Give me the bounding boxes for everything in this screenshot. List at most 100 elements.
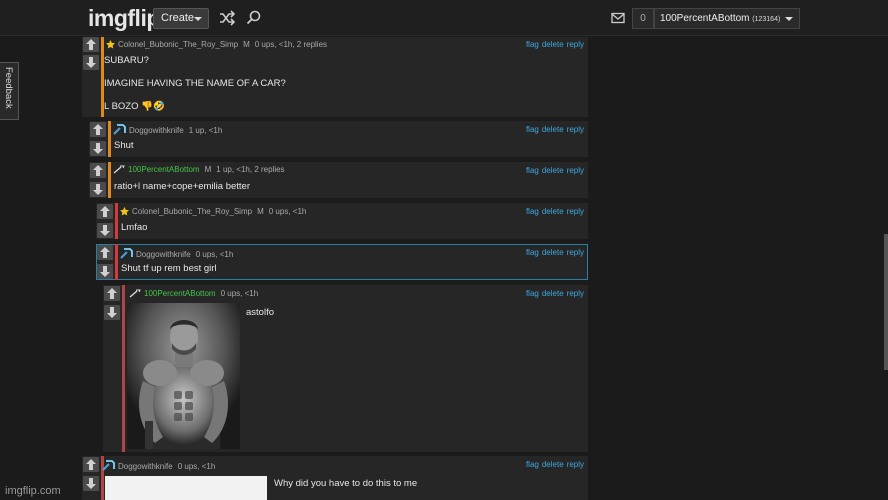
flag-link[interactable]: flag bbox=[526, 166, 539, 175]
flag-link[interactable]: flag bbox=[526, 125, 539, 134]
page: imgflip Create 0 100PercentABottom (1231… bbox=[0, 0, 888, 500]
comment-text: L BOZO 👎🤣 bbox=[104, 101, 165, 112]
downvote-button[interactable] bbox=[104, 305, 120, 320]
comment-highlighted: Doggowithknife 0 ups, <1h flag delete reply… bbox=[96, 244, 588, 280]
comment: Doggowithknife 1 up, <1h flag delete reply … bbox=[89, 121, 588, 157]
comment-text: IMAGINE HAVING THE NAME OF A CAR? bbox=[104, 78, 286, 89]
comment-meta: Doggowithknife 1 up, <1h bbox=[113, 124, 222, 135]
delete-link[interactable]: delete bbox=[542, 166, 564, 175]
upvote-button[interactable] bbox=[104, 286, 120, 301]
flag-link[interactable]: flag bbox=[526, 207, 539, 216]
sword-icon bbox=[113, 165, 125, 174]
mod-badge: M bbox=[204, 165, 212, 174]
upvote-button[interactable] bbox=[97, 204, 113, 219]
upvote-button[interactable] bbox=[83, 37, 99, 52]
comment-actions: flag delete reply bbox=[523, 125, 584, 134]
flag-link[interactable]: flag bbox=[526, 248, 539, 257]
downvote-button[interactable] bbox=[90, 182, 106, 197]
flag-link[interactable]: flag bbox=[526, 460, 539, 469]
upvote-button[interactable] bbox=[83, 457, 99, 472]
comment-meta: Doggowithknife 0 ups, <1h bbox=[102, 460, 215, 471]
delete-link[interactable]: delete bbox=[542, 125, 564, 134]
comment-image[interactable] bbox=[127, 303, 240, 449]
flag-link[interactable]: flag bbox=[526, 40, 539, 49]
comment-meta: Doggowithknife 0 ups, <1h bbox=[120, 248, 233, 259]
delete-link[interactable]: delete bbox=[542, 460, 564, 469]
star-icon bbox=[120, 207, 129, 216]
thread-bar bbox=[108, 121, 111, 157]
chevron-down-icon bbox=[785, 17, 793, 21]
comment-actions: flag delete reply bbox=[523, 207, 584, 216]
comment-stats: 0 ups, <1h bbox=[220, 289, 259, 298]
delete-link[interactable]: delete bbox=[542, 40, 564, 49]
comment-actions: flag delete reply bbox=[523, 248, 584, 257]
thread-bar bbox=[108, 162, 111, 198]
star-icon bbox=[106, 40, 115, 49]
comment-stats: 0 ups, <1h bbox=[195, 250, 234, 259]
scrollbar[interactable] bbox=[884, 234, 888, 370]
delete-link[interactable]: delete bbox=[542, 248, 564, 257]
thread-bar bbox=[115, 203, 118, 239]
downvote-button[interactable] bbox=[90, 141, 106, 156]
thread-bar bbox=[122, 285, 125, 452]
comment-username[interactable]: Colonel_Bubonic_The_Roy_Simp bbox=[132, 207, 252, 216]
comment-username[interactable]: Doggowithknife bbox=[118, 462, 173, 471]
upvote-button[interactable] bbox=[90, 122, 106, 137]
shuffle-icon[interactable] bbox=[218, 9, 236, 27]
comment-text: Shut tf up rem best girl bbox=[121, 263, 217, 274]
reply-link[interactable]: reply bbox=[567, 207, 584, 216]
reply-link[interactable]: reply bbox=[567, 125, 584, 134]
downvote-button[interactable] bbox=[97, 223, 113, 238]
reply-link[interactable]: reply bbox=[567, 40, 584, 49]
reply-link[interactable]: reply bbox=[567, 248, 584, 257]
downvote-button[interactable] bbox=[83, 476, 99, 491]
user-points: (123164) bbox=[752, 16, 781, 23]
comment-username[interactable]: Doggowithknife bbox=[136, 250, 191, 259]
logo-text-img: img bbox=[88, 5, 128, 31]
feedback-label: Feedback bbox=[3, 67, 14, 109]
comment: 100PercentABottom M 1 up, <1h, 2 replies f… bbox=[89, 162, 588, 198]
create-button[interactable]: Create bbox=[153, 8, 209, 29]
comment-image[interactable] bbox=[105, 476, 267, 500]
comment: 100PercentABottom 0 ups, <1h flag delete re… bbox=[103, 285, 588, 452]
comment-text: ratio+l name+cope+emilia better bbox=[114, 181, 250, 192]
delete-link[interactable]: delete bbox=[542, 289, 564, 298]
comment: Colonel_Bubonic_The_Roy_Simp M 0 ups, <1h … bbox=[96, 203, 588, 239]
comment: Colonel_Bubonic_The_Roy_Simp M 0 ups, <1h,… bbox=[82, 37, 588, 117]
user-menu-button[interactable]: 100PercentABottom (123164) bbox=[654, 8, 800, 29]
username-label: 100PercentABottom bbox=[660, 13, 750, 24]
comment-username[interactable]: Colonel_Bubonic_The_Roy_Simp bbox=[118, 40, 238, 49]
imgflip-logo[interactable]: imgflip bbox=[88, 5, 160, 32]
downvote-button[interactable] bbox=[97, 264, 113, 279]
upvote-button[interactable] bbox=[97, 245, 113, 260]
comment-stats: 1 up, <1h bbox=[188, 126, 223, 135]
upvote-button[interactable] bbox=[90, 163, 106, 178]
comment-text: astolfo bbox=[246, 307, 274, 318]
comment-text: Shut bbox=[114, 140, 134, 151]
reply-link[interactable]: reply bbox=[567, 289, 584, 298]
thread-bar bbox=[115, 244, 118, 280]
feedback-tab[interactable]: Feedback bbox=[0, 62, 19, 120]
flag-link[interactable]: flag bbox=[526, 289, 539, 298]
chevron-down-icon bbox=[194, 17, 202, 21]
delete-link[interactable]: delete bbox=[542, 207, 564, 216]
search-icon[interactable] bbox=[245, 9, 263, 27]
mail-icon[interactable] bbox=[610, 10, 628, 28]
comment-actions: flag delete reply bbox=[523, 40, 584, 49]
pickaxe-icon bbox=[102, 460, 115, 471]
comment-text: Lmfao bbox=[121, 222, 148, 233]
reply-link[interactable]: reply bbox=[567, 166, 584, 175]
comment-username[interactable]: 100PercentABottom bbox=[144, 289, 216, 298]
comment-actions: flag delete reply bbox=[523, 166, 584, 175]
comment-stats: 0 ups, <1h, 2 replies bbox=[254, 40, 328, 49]
imgflip-watermark: imgflip.com bbox=[5, 485, 61, 497]
notification-count[interactable]: 0 bbox=[632, 8, 654, 29]
comment-meta: Colonel_Bubonic_The_Roy_Simp M 0 ups, <1h bbox=[120, 207, 306, 216]
downvote-button[interactable] bbox=[83, 55, 99, 70]
comment-username[interactable]: Doggowithknife bbox=[129, 126, 184, 135]
reply-link[interactable]: reply bbox=[567, 460, 584, 469]
comment-actions: flag delete reply bbox=[523, 289, 584, 298]
comment-username[interactable]: 100PercentABottom bbox=[128, 165, 200, 174]
comment-meta: 100PercentABottom M 1 up, <1h, 2 replies bbox=[113, 165, 285, 174]
comment-text: Why did you have to do this to me bbox=[274, 478, 418, 489]
